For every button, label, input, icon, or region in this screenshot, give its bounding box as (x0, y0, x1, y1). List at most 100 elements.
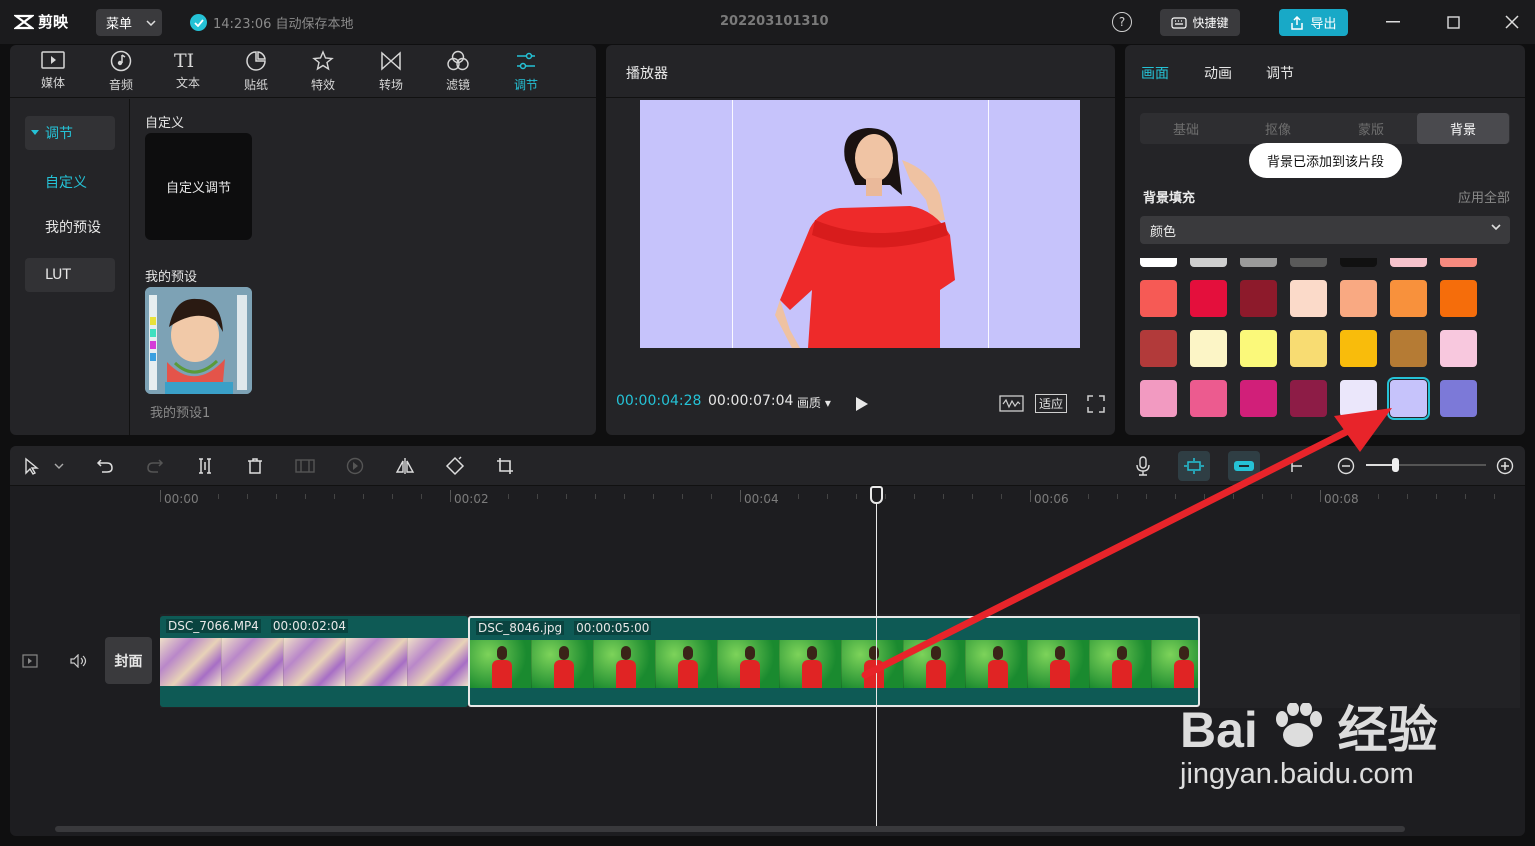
play-icon[interactable] (855, 396, 869, 412)
close-button[interactable] (1500, 10, 1524, 34)
main-track-magnet-button[interactable] (1178, 451, 1210, 481)
tool-filter[interactable]: 滤镜 (433, 50, 483, 93)
color-swatch[interactable] (1190, 380, 1227, 417)
delete-button[interactable] (244, 455, 266, 477)
time-ruler[interactable]: 00:00 00:02 00:04 00:06 00:08 (10, 486, 1525, 508)
nav-item-custom[interactable]: 自定义 (25, 165, 115, 199)
color-swatch[interactable] (1240, 280, 1277, 317)
undo-button[interactable] (94, 455, 116, 477)
nav-group-adjust[interactable]: 调节 (25, 116, 115, 150)
waveform-icon[interactable] (999, 395, 1024, 412)
color-swatch[interactable] (1140, 330, 1177, 367)
color-swatch[interactable] (1440, 258, 1477, 267)
color-swatch[interactable] (1140, 258, 1177, 267)
color-swatch[interactable] (1440, 280, 1477, 317)
subtab-basic[interactable]: 基础 (1140, 113, 1232, 144)
color-swatch[interactable] (1390, 280, 1427, 317)
color-swatch[interactable] (1340, 330, 1377, 367)
color-swatch[interactable] (1440, 330, 1477, 367)
subtab-cutout[interactable]: 抠像 (1232, 113, 1324, 144)
preview-canvas[interactable] (640, 100, 1080, 348)
horizontal-scrollbar[interactable] (55, 826, 1405, 832)
playhead-handle[interactable] (870, 486, 883, 504)
color-swatch[interactable] (1240, 258, 1277, 267)
split-button[interactable] (194, 455, 216, 477)
export-button[interactable]: 导出 (1279, 9, 1348, 36)
color-swatch[interactable] (1190, 280, 1227, 317)
tab-picture[interactable]: 画面 (1141, 63, 1169, 83)
tool-effects[interactable]: 特效 (298, 50, 348, 93)
color-swatch[interactable] (1190, 258, 1227, 267)
text-icon: TI (174, 50, 194, 70)
tool-text[interactable]: TI 文本 (163, 50, 213, 91)
chevron-down-icon (1491, 224, 1501, 231)
tool-sticker[interactable]: 贴纸 (231, 50, 281, 93)
tool-media[interactable]: 媒体 (28, 50, 78, 91)
freeze-button[interactable] (294, 455, 316, 477)
zoom-out-button[interactable] (1335, 455, 1357, 477)
shortcut-button[interactable]: 快捷键 (1160, 9, 1240, 36)
color-swatch[interactable] (1140, 280, 1177, 317)
color-swatch[interactable] (1290, 330, 1327, 367)
color-swatch[interactable] (1387, 377, 1430, 420)
color-swatch[interactable] (1390, 330, 1427, 367)
tab-adjust[interactable]: 调节 (1266, 63, 1294, 83)
minimize-button[interactable] (1381, 10, 1405, 34)
color-swatch[interactable] (1290, 258, 1327, 267)
mirror-icon (395, 458, 415, 474)
color-swatch[interactable] (1440, 380, 1477, 417)
color-swatch-grid (1140, 258, 1510, 428)
color-swatch[interactable] (1340, 380, 1377, 417)
fill-type-select[interactable]: 颜色 (1140, 216, 1510, 244)
nav-item-lut[interactable]: LUT (25, 258, 115, 292)
rotate-button[interactable] (444, 455, 466, 477)
fullscreen-icon[interactable] (1087, 395, 1105, 413)
menu-button[interactable]: 菜单 (96, 9, 162, 36)
tool-adjust[interactable]: 调节 (501, 50, 551, 93)
subtab-background[interactable]: 背景 (1417, 113, 1509, 144)
crop-button[interactable] (494, 455, 516, 477)
ruler-minor-tick (537, 494, 538, 499)
color-swatch[interactable] (1340, 280, 1377, 317)
clip-label: DSC_7066.MP4 00:00:02:04 (166, 619, 349, 633)
color-swatch[interactable] (1240, 380, 1277, 417)
nav-item-my-presets[interactable]: 我的预设 (25, 210, 115, 244)
tool-audio[interactable]: 音频 (96, 50, 146, 93)
color-swatch[interactable] (1340, 258, 1377, 267)
reverse-button[interactable] (344, 455, 366, 477)
zoom-slider-handle[interactable] (1392, 458, 1399, 472)
maximize-button[interactable] (1441, 10, 1465, 34)
select-tool-button[interactable] (20, 455, 42, 477)
record-voice-button[interactable] (1132, 455, 1154, 477)
link-button[interactable] (1228, 451, 1260, 481)
tab-animation[interactable]: 动画 (1204, 63, 1232, 83)
zoom-in-button[interactable] (1494, 455, 1516, 477)
color-swatch[interactable] (1290, 280, 1327, 317)
tool-transition[interactable]: 转场 (366, 50, 416, 93)
preview-axis-button[interactable] (1286, 455, 1308, 477)
image-clip-selected[interactable]: DSC_8046.jpg 00:00:05:00 (468, 616, 1200, 707)
mirror-button[interactable] (394, 455, 416, 477)
zoom-slider[interactable] (1366, 458, 1486, 472)
thumbnail-frame (284, 638, 346, 686)
select-mode-dropdown[interactable] (48, 455, 70, 477)
track-toggle-icon[interactable] (22, 654, 38, 668)
color-swatch[interactable] (1390, 258, 1427, 267)
cover-button[interactable]: 封面 (105, 637, 152, 684)
color-swatch[interactable] (1190, 330, 1227, 367)
mute-track-icon[interactable] (70, 654, 88, 668)
custom-adjust-card[interactable]: 自定义调节 (145, 133, 252, 240)
apply-all-button[interactable]: 应用全部 (1458, 187, 1510, 206)
microphone-icon (1136, 456, 1150, 476)
fit-button[interactable]: 适应 (1035, 394, 1067, 413)
redo-button[interactable] (144, 455, 166, 477)
video-clip[interactable]: DSC_7066.MP4 00:00:02:04 (160, 616, 468, 707)
help-icon[interactable]: ? (1112, 12, 1132, 32)
quality-dropdown[interactable]: 画质 ▾ (797, 394, 831, 411)
color-swatch[interactable] (1240, 330, 1277, 367)
subtab-mask[interactable]: 蒙版 (1325, 113, 1417, 144)
color-swatch[interactable] (1140, 380, 1177, 417)
ruler-minor-tick (479, 494, 480, 499)
preset-thumbnail[interactable] (145, 287, 252, 394)
color-swatch[interactable] (1290, 380, 1327, 417)
